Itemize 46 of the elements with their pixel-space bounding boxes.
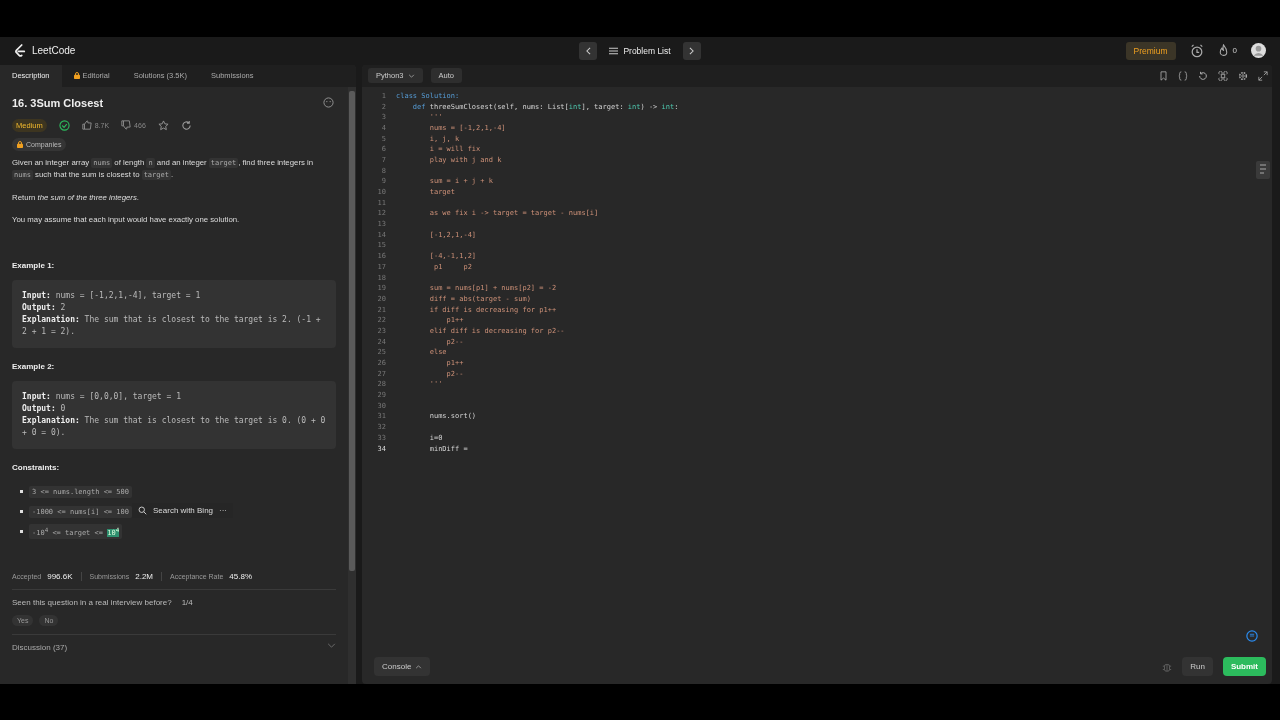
console-button[interactable]: Console: [374, 657, 431, 676]
star-icon[interactable]: [157, 119, 169, 131]
chat-icon[interactable]: [1246, 629, 1258, 642]
scrollbar[interactable]: [348, 86, 356, 684]
example-heading: Example 2:: [12, 361, 56, 371]
caret-icon: [407, 73, 415, 78]
example-block: Input: nums = [0,0,0], target = 1 Output: 0 Explanation: The sum that is closest to the target is 0. (0 + 0 + 0 = 0).: [12, 380, 336, 449]
braces-icon[interactable]: [1178, 70, 1188, 81]
settings-icon[interactable]: [1238, 70, 1248, 81]
next-button[interactable]: [682, 41, 701, 60]
chevron-right-icon: [689, 46, 695, 55]
search-icon[interactable]: [138, 505, 147, 515]
stat-value: 996.6K: [47, 571, 73, 581]
smiley-icon[interactable]: [323, 97, 334, 108]
document-icon[interactable]: [1256, 160, 1270, 179]
more-options[interactable]: ···: [219, 505, 228, 515]
stat-value: 2.2M: [135, 571, 154, 581]
bookmark-icon[interactable]: [1159, 70, 1168, 81]
constraints-heading: Constraints:: [12, 462, 61, 472]
share-icon[interactable]: [180, 119, 192, 131]
reset-icon[interactable]: [1198, 70, 1208, 81]
interview-count: 1/4: [181, 597, 193, 607]
thumbs-down-icon: [121, 120, 132, 130]
thumbs-up-icon: [81, 120, 92, 130]
avatar-icon[interactable]: [1251, 43, 1266, 58]
premium-button[interactable]: Premium: [1125, 41, 1176, 60]
flame-icon[interactable]: [1217, 44, 1229, 57]
problem-title: 16. 3Sum Closest: [12, 96, 104, 109]
caret-up-icon: [415, 664, 423, 669]
expand-icon[interactable]: [1258, 70, 1268, 81]
run-button[interactable]: Run: [1182, 657, 1213, 676]
stat-value: 45.8%: [229, 571, 253, 581]
streak-count: 0: [1232, 46, 1237, 55]
lock-icon: [17, 140, 23, 148]
list-icon: [609, 46, 619, 55]
example-block: Input: nums = [-1,2,1,-4], target = 1 Output: 2 Explanation: The sum that is closest to the target is 2. (-1 + 2 + 1 = 2).: [12, 279, 336, 348]
alarm-clock-icon[interactable]: [1189, 43, 1204, 58]
logo-text[interactable]: LeetCode: [32, 45, 76, 56]
logo-icon[interactable]: [14, 43, 26, 58]
problem-list-button[interactable]: Problem List: [603, 45, 677, 56]
chevron-left-icon: [585, 46, 591, 55]
discussion-heading[interactable]: Discussion (37): [12, 642, 68, 652]
example-heading: Example 1:: [12, 260, 56, 270]
search-with-bing-label[interactable]: Search with Bing: [153, 505, 214, 515]
interview-question: Seen this question in a real interview before?: [12, 597, 172, 607]
previous-button[interactable]: [579, 41, 598, 60]
